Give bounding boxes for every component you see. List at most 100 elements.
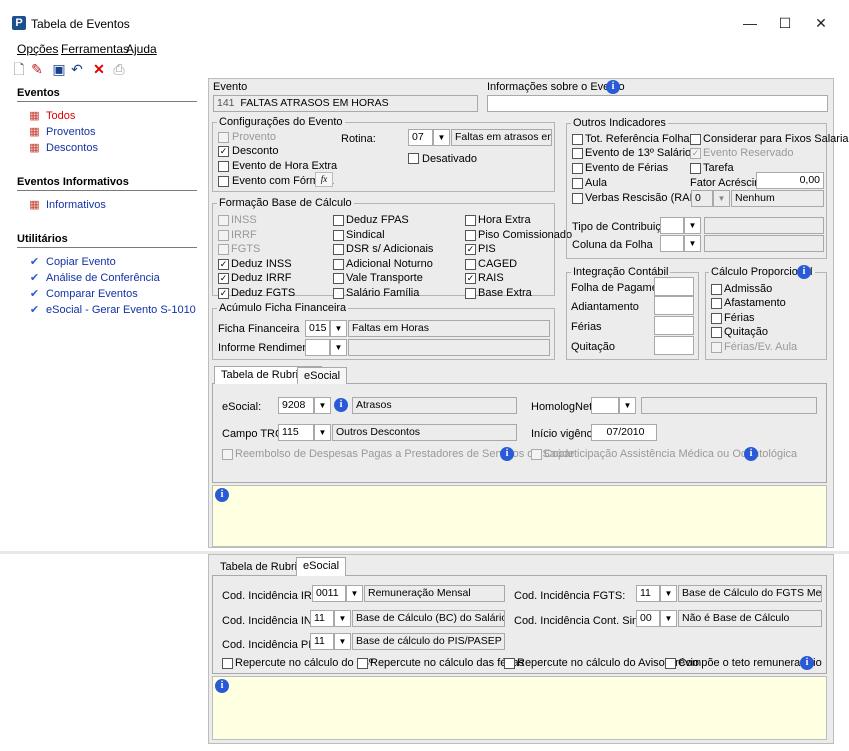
tot-referencia-checkbox[interactable] <box>572 134 583 145</box>
prop-ferias-checkbox[interactable] <box>711 313 722 324</box>
esocial-dropdown[interactable]: ▼ <box>314 397 331 414</box>
repercute-ferias-checkbox[interactable] <box>357 658 368 669</box>
coluna-folha-dropdown[interactable]: ▼ <box>684 235 701 252</box>
rotina-dropdown[interactable]: ▼ <box>433 129 450 146</box>
close-window-button[interactable]: ✕ <box>806 10 836 36</box>
verbas-dropdown[interactable]: ▼ <box>713 190 730 207</box>
irrf-code[interactable]: 0011 <box>312 585 346 602</box>
formacao-checkbox[interactable] <box>218 215 229 226</box>
formacao-checkbox[interactable]: ✓ <box>465 244 476 255</box>
menu-ferramentas[interactable]: Ferramentas <box>61 42 129 56</box>
formacao-checkbox[interactable] <box>465 215 476 226</box>
formacao-checkbox[interactable] <box>333 258 344 270</box>
trct-dropdown[interactable]: ▼ <box>314 424 331 441</box>
menu-ajuda[interactable]: Ajuda <box>126 42 157 56</box>
ficha-code[interactable]: 015 <box>305 320 330 337</box>
formacao-checkbox[interactable]: ✓ <box>218 287 229 299</box>
evento-ferias-checkbox[interactable] <box>572 163 583 174</box>
ferias-ev-aula-checkbox[interactable] <box>711 342 722 353</box>
coluna-folha-code[interactable] <box>660 235 684 252</box>
homolog-code[interactable] <box>591 397 619 414</box>
pis-dropdown[interactable]: ▼ <box>334 633 351 650</box>
pis-code[interactable]: 11 <box>310 633 334 650</box>
formacao-checkbox[interactable] <box>465 258 476 270</box>
formacao-checkbox[interactable] <box>333 287 344 299</box>
info-icon[interactable]: i <box>606 80 620 94</box>
sidebar-item-esocial-gerar[interactable]: eSocial - Gerar Evento S-1010 <box>46 304 196 316</box>
reembolso-checkbox[interactable] <box>222 449 233 460</box>
sidebar-item-todos[interactable]: Todos <box>46 110 75 122</box>
undo-icon[interactable]: ↶ <box>68 60 86 78</box>
formacao-checkbox[interactable] <box>218 244 229 255</box>
formacao-checkbox[interactable] <box>465 229 476 241</box>
homolog-dropdown[interactable]: ▼ <box>619 397 636 414</box>
formacao-checkbox[interactable]: ✓ <box>218 273 229 284</box>
fgts-dropdown[interactable]: ▼ <box>660 585 677 602</box>
sidebar-item-informativos[interactable]: Informativos <box>46 199 106 211</box>
sindical-dropdown[interactable]: ▼ <box>660 610 677 627</box>
informe-dropdown[interactable]: ▼ <box>330 339 347 356</box>
formacao-checkbox[interactable] <box>333 244 344 255</box>
afastamento-checkbox[interactable] <box>711 298 722 309</box>
formacao-checkbox[interactable]: ✓ <box>218 258 229 270</box>
sidebar-item-comparar-eventos[interactable]: Comparar Eventos <box>46 288 138 300</box>
tarefa-checkbox[interactable] <box>690 163 701 174</box>
desconto-checkbox[interactable]: ✓ <box>218 146 229 157</box>
fator-input[interactable]: 0,00 <box>756 172 824 189</box>
formacao-checkbox[interactable] <box>333 229 344 241</box>
sidebar-item-copiar-evento[interactable]: Copiar Evento <box>46 256 116 268</box>
trct-code[interactable]: 115 <box>278 424 314 441</box>
aula-checkbox[interactable] <box>572 178 583 189</box>
menu-opcoes[interactable]: Opções <box>17 42 58 56</box>
maximize-button[interactable]: ☐ <box>770 10 800 36</box>
informe-code[interactable] <box>305 339 330 356</box>
formula-checkbox[interactable] <box>218 176 229 187</box>
ficha-dropdown[interactable]: ▼ <box>330 320 347 337</box>
provento-checkbox[interactable] <box>218 132 229 143</box>
hora-extra-checkbox[interactable] <box>218 161 229 172</box>
formacao-checkbox[interactable]: ✓ <box>465 273 476 284</box>
vigencia-input[interactable]: 07/2010 <box>591 424 657 441</box>
inss-dropdown[interactable]: ▼ <box>334 610 351 627</box>
formula-button[interactable]: fx <box>315 172 333 187</box>
evento-reservado-checkbox[interactable]: ✓ <box>690 148 701 159</box>
repercute-13-checkbox[interactable] <box>222 658 233 669</box>
admissao-checkbox[interactable] <box>711 284 722 295</box>
tipo-contribuicao-dropdown[interactable]: ▼ <box>684 217 701 234</box>
formacao-checkbox[interactable] <box>333 215 344 226</box>
evento-field[interactable]: 141 FALTAS ATRASOS EM HORAS <box>213 95 478 112</box>
sidebar-item-proventos[interactable]: Proventos <box>46 126 96 138</box>
repercute-aviso-checkbox[interactable] <box>504 658 515 669</box>
prop-quitacao-checkbox[interactable] <box>711 327 722 338</box>
fgts-code[interactable]: 11 <box>636 585 660 602</box>
delete-icon[interactable]: ✕ <box>90 60 108 78</box>
teto-checkbox[interactable] <box>665 658 676 669</box>
info-icon[interactable]: i <box>800 656 814 670</box>
decimo-terceiro-checkbox[interactable] <box>572 148 583 159</box>
formacao-checkbox[interactable] <box>333 273 344 284</box>
info-evento-input[interactable] <box>487 95 828 112</box>
desativado-checkbox[interactable] <box>408 153 419 164</box>
tab2-esocial[interactable]: eSocial <box>296 557 347 576</box>
verbas-rescisao-checkbox[interactable] <box>572 193 583 204</box>
ferias-input[interactable] <box>654 316 694 335</box>
info-icon[interactable]: i <box>500 447 514 461</box>
quitacao-input[interactable] <box>654 336 694 355</box>
info-icon[interactable]: i <box>797 265 811 279</box>
tab-esocial[interactable]: eSocial <box>297 367 348 384</box>
formacao-checkbox[interactable] <box>465 287 476 299</box>
sindical-code[interactable]: 00 <box>636 610 660 627</box>
irrf-dropdown[interactable]: ▼ <box>346 585 363 602</box>
tipo-contribuicao-code[interactable] <box>660 217 684 234</box>
formacao-checkbox[interactable] <box>218 229 229 241</box>
esocial-code[interactable]: 9208 <box>278 397 314 414</box>
coparticipacao-checkbox[interactable] <box>531 449 542 460</box>
inss-code[interactable]: 11 <box>310 610 334 627</box>
edit-icon[interactable]: ✎ <box>28 60 46 78</box>
minimize-button[interactable]: — <box>735 10 765 36</box>
new-document-icon[interactable]: 🗋 <box>10 60 28 78</box>
info-icon[interactable]: i <box>334 398 348 412</box>
print-icon[interactable]: ⎙ <box>110 60 128 78</box>
sidebar-item-descontos[interactable]: Descontos <box>46 142 98 154</box>
folha-pagamento-input[interactable] <box>654 277 694 296</box>
